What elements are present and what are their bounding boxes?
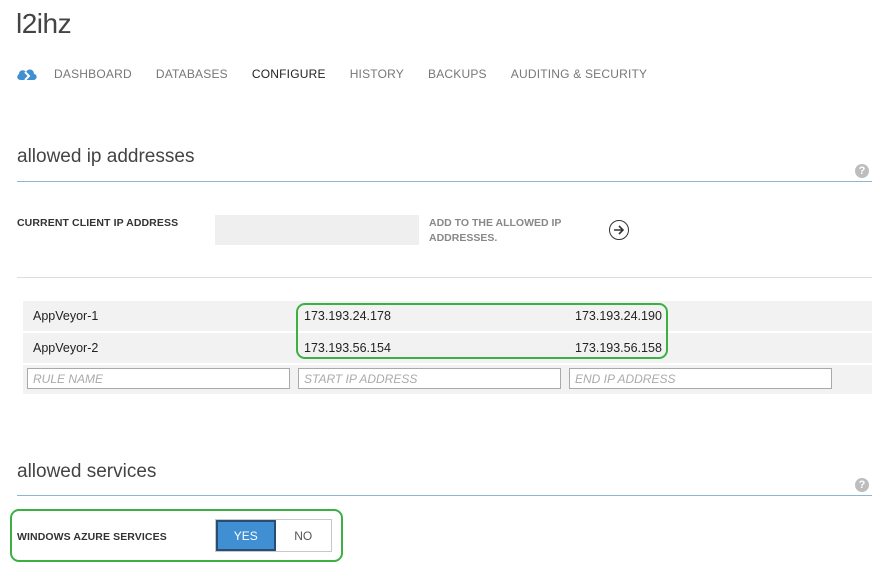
- rule-start-ip: 173.193.56.154: [304, 341, 391, 355]
- nav-bar: DASHBOARD DATABASES CONFIGURE HISTORY BA…: [16, 64, 671, 84]
- client-ip-field[interactable]: [215, 215, 419, 245]
- page-title: l2ihz: [16, 8, 72, 39]
- tab-history[interactable]: HISTORY: [350, 67, 404, 81]
- table-row[interactable]: AppVeyor-1 173.193.24.178 173.193.24.190: [23, 301, 872, 331]
- azure-services-toggle: YES NO: [215, 519, 332, 552]
- arrow-right-circle-icon[interactable]: [609, 220, 629, 240]
- help-icon[interactable]: ?: [855, 164, 869, 178]
- divider: [17, 277, 872, 278]
- tab-dashboard[interactable]: DASHBOARD: [54, 67, 132, 81]
- tab-configure[interactable]: CONFIGURE: [252, 67, 326, 81]
- start-ip-input[interactable]: [298, 368, 561, 389]
- rule-start-ip: 173.193.24.178: [304, 309, 391, 323]
- section-divider: [17, 495, 872, 496]
- toggle-no-button[interactable]: NO: [275, 520, 331, 551]
- allowed-services-section-title: allowed services: [17, 461, 157, 482]
- help-icon[interactable]: ?: [855, 478, 869, 492]
- rule-name-input[interactable]: [27, 368, 290, 389]
- tab-backups[interactable]: BACKUPS: [428, 67, 487, 81]
- section-divider: [17, 181, 872, 182]
- tab-databases[interactable]: DATABASES: [156, 67, 228, 81]
- end-ip-input[interactable]: [569, 368, 832, 389]
- client-ip-label: CURRENT CLIENT IP ADDRESS: [17, 217, 179, 229]
- new-rule-row: [23, 365, 872, 394]
- rule-name: AppVeyor-2: [33, 341, 99, 355]
- add-to-allowed-ip-link[interactable]: ADD TO THE ALLOWED IP ADDRESSES.: [429, 216, 579, 246]
- azure-cloud-icon[interactable]: [16, 66, 38, 82]
- allowed-ip-section-title: allowed ip addresses: [17, 146, 195, 167]
- table-row[interactable]: AppVeyor-2 173.193.56.154 173.193.56.158: [23, 333, 872, 363]
- rule-end-ip: 173.193.24.190: [575, 309, 662, 323]
- windows-azure-services-label: WINDOWS AZURE SERVICES: [17, 531, 167, 543]
- tab-auditing-security[interactable]: AUDITING & SECURITY: [511, 67, 647, 81]
- rule-end-ip: 173.193.56.158: [575, 341, 662, 355]
- toggle-yes-button[interactable]: YES: [216, 520, 276, 551]
- rule-name: AppVeyor-1: [33, 309, 99, 323]
- ip-rules-table: AppVeyor-1 173.193.24.178 173.193.24.190…: [23, 301, 872, 394]
